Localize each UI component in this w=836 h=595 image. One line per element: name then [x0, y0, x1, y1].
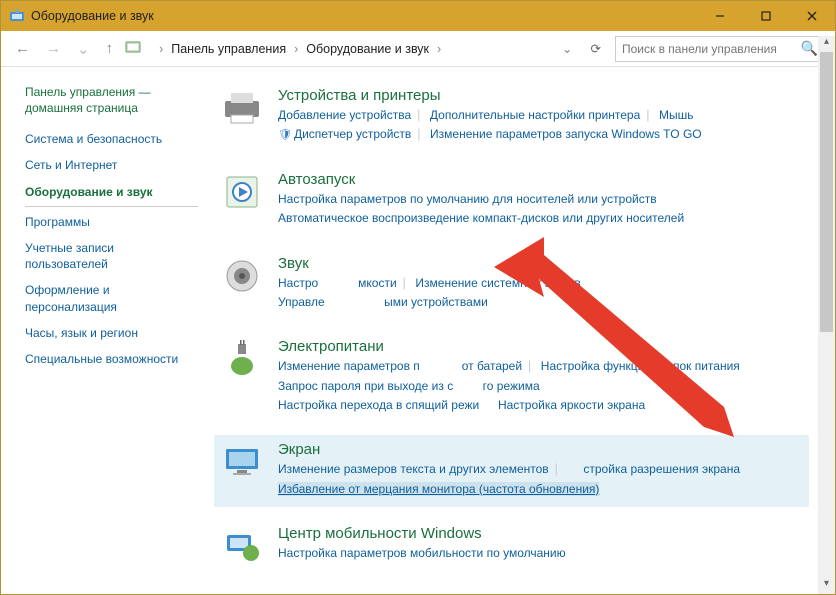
category-title[interactable]: Экран [278, 441, 803, 458]
recent-dropdown[interactable]: ⌄ [73, 40, 94, 58]
sidebar: Панель управления — домашняя страница Си… [1, 67, 204, 594]
link-text-size[interactable]: Изменение размеров текста и других элеме… [278, 462, 549, 476]
monitor-icon[interactable] [220, 441, 264, 485]
category-title[interactable]: Автозапуск [278, 171, 803, 188]
forward-button[interactable]: → [42, 40, 65, 57]
window-control-buttons [697, 1, 835, 31]
scroll-down-button[interactable]: ▾ [818, 578, 835, 594]
link-autoplay-defaults[interactable]: Настройка параметров по умолчанию для но… [278, 192, 657, 206]
search-input[interactable] [622, 42, 797, 56]
link-resolution[interactable]: стройка разрешения экрана [583, 462, 740, 476]
maximize-button[interactable] [743, 1, 789, 31]
autoplay-icon[interactable] [220, 171, 264, 215]
mobility-icon[interactable] [220, 525, 264, 569]
category-pen: Перо и сенсорный ввод Изменение параметр… [214, 589, 809, 594]
category-title[interactable]: Устройства и принтеры [278, 87, 803, 104]
sidebar-item-network[interactable]: Сеть и Интернет [25, 152, 198, 178]
breadcrumb-current[interactable]: Оборудование и звук [306, 42, 429, 56]
category-title[interactable]: Электропитани [278, 338, 803, 355]
link-autoplay-cd[interactable]: Автоматическое воспроизведение компакт-д… [278, 211, 684, 225]
link-printer-settings[interactable]: Дополнительные настройки принтера [430, 108, 640, 122]
link-power-buttons[interactable]: Настройка функций кнопок питания [541, 359, 740, 373]
sidebar-item-hardware[interactable]: Оборудование и звук [25, 179, 198, 207]
link-brightness[interactable]: Настройка яркости экрана [498, 398, 645, 412]
category-devices: Устройства и принтеры Добавление устройс… [214, 81, 809, 153]
content-area: Панель управления — домашняя страница Си… [1, 67, 835, 594]
sidebar-item-system[interactable]: Система и безопасность [25, 126, 198, 152]
category-display: Экран Изменение размеров текста и других… [214, 435, 809, 507]
category-title[interactable]: Звук [278, 255, 803, 272]
chevron-right-icon[interactable]: › [292, 42, 300, 56]
chevron-right-icon[interactable]: › [435, 42, 443, 56]
chevron-right-icon[interactable]: › [157, 42, 165, 56]
category-autoplay: Автозапуск Настройка параметров по умолч… [214, 165, 809, 237]
category-power: Электропитани Изменение параметров питан… [214, 332, 809, 423]
link-password-wake[interactable]: Запрос пароля при выходе из спящего режи… [278, 379, 540, 393]
location-icon [125, 39, 145, 58]
link-refresh-rate[interactable]: Избавление от мерцания монитора (частота… [278, 482, 599, 496]
window-titlebar: Оборудование и звук [1, 1, 835, 31]
link-sleep[interactable]: Настройка перехода в спящий режи [278, 398, 479, 412]
breadcrumb-dropdown[interactable]: ⌄ [558, 41, 576, 56]
sidebar-item-clock[interactable]: Часы, язык и регион [25, 320, 198, 346]
category-title[interactable]: Центр мобильности Windows [278, 525, 803, 542]
link-mouse[interactable]: Мышь [659, 108, 694, 122]
sidebar-item-access[interactable]: Специальные возможности [25, 346, 198, 372]
main-panel: Устройства и принтеры Добавление устройс… [204, 67, 835, 594]
scroll-up-button[interactable]: ▴ [818, 36, 835, 52]
up-button[interactable]: ↑ [102, 40, 118, 57]
scroll-thumb[interactable] [820, 52, 833, 332]
window-title: Оборудование и звук [31, 9, 697, 23]
sidebar-item-appearance[interactable]: Оформление и персонализация [25, 277, 198, 319]
refresh-button[interactable]: ⟳ [585, 41, 607, 56]
category-sound: Звук Настройка громкости| Изменение сист… [214, 249, 809, 321]
sidebar-heading[interactable]: Панель управления — домашняя страница [25, 85, 198, 116]
breadcrumb-root[interactable]: Панель управления [171, 42, 286, 56]
link-add-device[interactable]: Добавление устройства [278, 108, 411, 122]
close-button[interactable] [789, 1, 835, 31]
link-audio-devices[interactable]: Управление звуковыми устройствами [278, 295, 488, 309]
app-icon [9, 8, 25, 24]
vertical-scrollbar[interactable]: ▴ ▾ [818, 36, 835, 594]
link-windows-togo[interactable]: Изменение параметров запуска Windows TO … [430, 127, 702, 141]
navigation-toolbar: ← → ⌄ ↑ › Панель управления › Оборудован… [1, 31, 835, 67]
search-box[interactable]: 🔍 [615, 36, 825, 62]
back-button[interactable]: ← [11, 40, 34, 57]
search-icon[interactable]: 🔍 [797, 40, 818, 57]
link-device-manager[interactable]: Диспетчер устройств [278, 127, 411, 141]
link-system-sounds[interactable]: Изменение системных звуков [415, 276, 580, 290]
minimize-button[interactable] [697, 1, 743, 31]
link-volume[interactable]: Настройка громкости [278, 276, 397, 290]
breadcrumb: › Панель управления › Оборудование и зву… [153, 42, 550, 56]
sidebar-item-accounts[interactable]: Учетные записи пользователей [25, 235, 198, 277]
link-battery[interactable]: Изменение параметров питания от батарей [278, 359, 522, 373]
link-mobility-defaults[interactable]: Настройка параметров мобильности по умол… [278, 546, 566, 560]
category-mobility: Центр мобильности Windows Настройка пара… [214, 519, 809, 577]
power-icon[interactable] [220, 338, 264, 382]
sidebar-item-programs[interactable]: Программы [25, 209, 198, 235]
printer-icon[interactable] [220, 87, 264, 131]
speaker-icon[interactable] [220, 255, 264, 299]
